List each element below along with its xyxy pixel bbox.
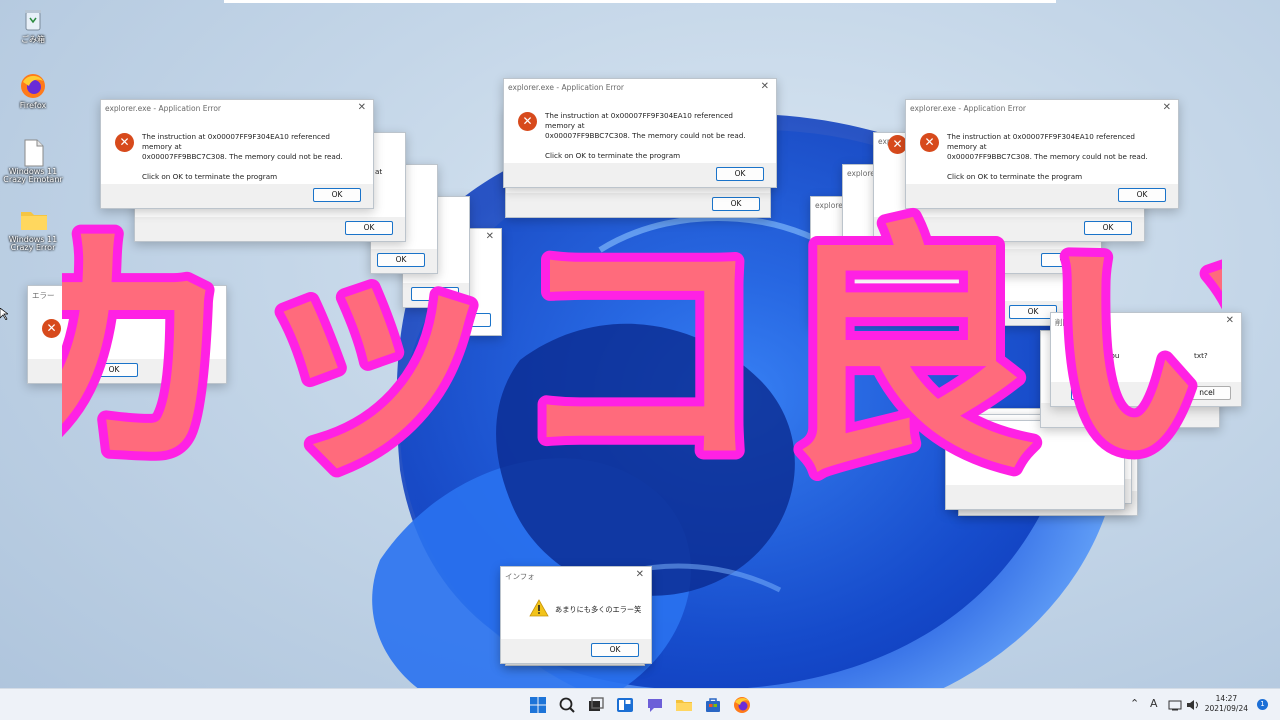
message-line: The instruction at 0x00007FF9F304EA10 re…: [142, 132, 330, 151]
app-error-dialog: explorer.exe - Application Error ✕ ✕ The…: [905, 99, 1179, 209]
clock[interactable]: 14:27 2021/09/24: [1205, 694, 1248, 714]
desktop-icon-recycle-bin[interactable]: ごみ箱: [0, 6, 66, 44]
close-icon[interactable]: ✕: [1163, 102, 1171, 113]
ok-button[interactable]: OK: [591, 643, 639, 657]
notification-badge[interactable]: 1: [1257, 699, 1268, 710]
dialog-message-fragment: at: [375, 167, 383, 176]
desktop-icon-label: Windows 11 Crazy Error: [8, 235, 58, 253]
overlay-caption: カッコ良い: [62, 196, 1222, 515]
folder-icon: [19, 206, 47, 234]
clock-time: 14:27: [1215, 694, 1238, 703]
file-icon: [19, 138, 47, 167]
dialog-message: The instruction at 0x00007FF9F304EA10 re…: [545, 111, 757, 161]
dialog-title: explore: [847, 169, 875, 178]
ok-button[interactable]: OK: [716, 167, 764, 181]
overlay-text: カッコ良い: [62, 201, 1222, 506]
message-line: Click on OK to terminate the program: [142, 172, 278, 181]
file-explorer-icon[interactable]: [674, 695, 694, 715]
mouse-cursor-icon: [0, 308, 8, 320]
message-line: Click on OK to terminate the program: [545, 151, 681, 160]
error-icon: ✕: [518, 112, 537, 131]
dialog-message: あまりにも多くのエラー笑: [555, 605, 642, 614]
chat-icon[interactable]: [645, 695, 665, 715]
search-icon[interactable]: [557, 695, 577, 715]
widgets-icon[interactable]: [615, 695, 635, 715]
message-line: 0x00007FF9BBC7C308. The memory could not…: [947, 152, 1148, 161]
network-icon[interactable]: [1168, 699, 1182, 711]
store-icon[interactable]: [703, 695, 723, 715]
message-line: 0x00007FF9BBC7C308. The memory could not…: [545, 131, 746, 140]
message-line: The instruction at 0x00007FF9F304EA10 re…: [947, 132, 1135, 151]
desktop-icon-label: Windows 11 Crazy Emotanr: [3, 167, 63, 185]
firefox-icon[interactable]: [732, 695, 752, 715]
error-icon: ✕: [115, 133, 134, 152]
error-icon: ✕: [42, 319, 61, 338]
message-line: Click on OK to terminate the program: [947, 172, 1083, 181]
app-error-dialog: explorer.exe - Application Error ✕ ✕ The…: [503, 78, 777, 188]
volume-icon[interactable]: [1186, 699, 1200, 711]
dialog-title: explorer.exe - Application Error: [910, 104, 1027, 113]
dialog-message: The instruction at 0x00007FF9F304EA10 re…: [947, 132, 1159, 182]
recycle-bin-icon: [19, 6, 47, 34]
dialog-message: The instruction at 0x00007FF9F304EA10 re…: [142, 132, 354, 182]
close-icon[interactable]: ✕: [636, 569, 644, 580]
firefox-icon: [19, 72, 47, 100]
dialog-title: explorer.exe - Application Error: [105, 104, 222, 113]
error-icon: ✕: [920, 133, 939, 152]
message-line: The instruction at 0x00007FF9F304EA10 re…: [545, 111, 733, 130]
desktop-icon-crazy-emotanr[interactable]: Windows 11 Crazy Emotanr: [0, 138, 66, 185]
close-icon[interactable]: ✕: [358, 102, 366, 113]
dialog-title: explorer.exe - Application Error: [508, 83, 625, 92]
desktop-icon-label: Firefox: [19, 101, 47, 110]
warning-icon: [529, 599, 549, 617]
clock-date: 2021/09/24: [1204, 704, 1248, 713]
tray-overflow-chevron-icon[interactable]: ⌃: [1130, 697, 1139, 710]
desktop-icon-firefox[interactable]: Firefox: [0, 72, 66, 110]
dialog-title: インフォ: [505, 572, 535, 581]
desktop-icon-label: ごみ箱: [21, 35, 45, 44]
desktop-icon-crazy-error[interactable]: Windows 11 Crazy Error: [0, 206, 66, 253]
close-icon[interactable]: ✕: [1226, 315, 1234, 326]
top-bar: [224, 0, 1056, 3]
task-view-icon[interactable]: [586, 695, 606, 715]
dialog-title: エラー: [32, 291, 55, 300]
ime-indicator[interactable]: A: [1150, 697, 1158, 710]
taskbar: ⌃ A 14:27 2021/09/24 1: [0, 688, 1280, 720]
info-dialog: インフォ ✕ あまりにも多くのエラー笑 OK: [500, 566, 652, 664]
message-line: 0x00007FF9BBC7C308. The memory could not…: [142, 152, 343, 161]
app-error-dialog: explorer.exe - Application Error ✕ ✕ The…: [100, 99, 374, 209]
windows-start-icon[interactable]: [528, 695, 548, 715]
close-icon[interactable]: ✕: [761, 81, 769, 92]
